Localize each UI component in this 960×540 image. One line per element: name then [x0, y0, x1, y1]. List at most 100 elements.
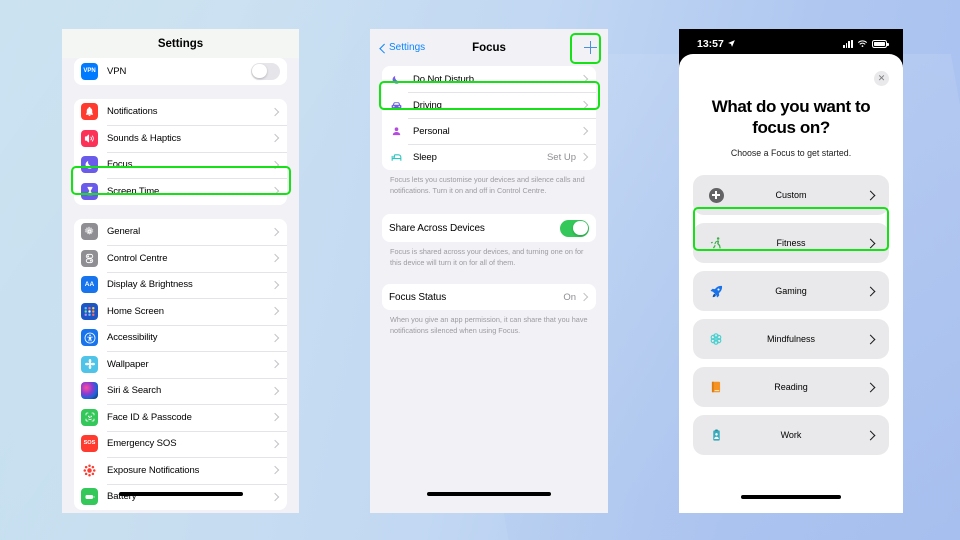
settings-row-face-id[interactable]: Face ID & Passcode	[74, 404, 287, 431]
chevron-right-icon	[866, 238, 876, 249]
notifications-bell-icon	[81, 103, 98, 121]
row-label: Notifications	[107, 106, 158, 118]
row-value: On	[563, 291, 576, 303]
chevron-right-icon	[580, 153, 589, 162]
page-title: Focus	[472, 41, 506, 54]
focus-option-reading[interactable]: Reading	[693, 367, 889, 408]
alerts-group: Notifications Sounds & Haptics Focus Scr…	[74, 98, 287, 205]
chevron-right-icon	[866, 190, 876, 201]
chevron-right-icon	[271, 386, 280, 395]
chevron-right-icon	[271, 413, 280, 422]
siri-search-icon	[81, 382, 98, 400]
chevron-right-icon	[271, 466, 280, 475]
settings-row-wallpaper[interactable]: Wallpaper	[74, 351, 287, 378]
row-label: General	[107, 226, 141, 238]
row-label: Sleep	[413, 151, 437, 163]
vpn-icon: VPN	[81, 62, 98, 80]
row-label: Accessibility	[107, 332, 158, 344]
chevron-right-icon	[271, 254, 280, 263]
settings-row-battery[interactable]: Battery	[74, 483, 287, 511]
car-icon	[389, 99, 404, 112]
clock-label: 13:57	[697, 37, 724, 50]
focus-row-sleep[interactable]: Sleep Set Up	[382, 144, 596, 170]
chevron-right-icon	[580, 101, 589, 110]
chevron-right-icon	[866, 286, 876, 297]
system-group: General Control Centre AA Display & Brig…	[74, 218, 287, 511]
settings-row-focus[interactable]: Focus	[74, 151, 287, 179]
add-focus-button[interactable]	[582, 39, 599, 56]
focus-option-gaming[interactable]: Gaming	[693, 271, 889, 312]
wifi-icon	[858, 40, 867, 47]
settings-scroll-area[interactable]: VPN VPN Notifications Sounds & Haptics F…	[62, 58, 299, 513]
status-footnote: When you give an app permission, it can …	[390, 315, 588, 335]
focus-row-do-not-disturb[interactable]: Do Not Disturb	[382, 66, 596, 92]
settings-row-emergency-sos[interactable]: SOS Emergency SOS	[74, 430, 287, 458]
row-value: Set Up	[546, 151, 576, 163]
moon-icon	[389, 74, 404, 85]
option-label: Work	[780, 430, 802, 441]
cellular-signal-icon	[842, 39, 853, 48]
focus-option-work[interactable]: Work	[693, 415, 889, 456]
row-label: Exposure Notifications	[107, 464, 200, 476]
focus-row-personal[interactable]: Personal	[382, 118, 596, 144]
chevron-right-icon	[271, 160, 280, 169]
row-label: Siri & Search	[107, 385, 162, 397]
chevron-right-icon	[271, 107, 280, 116]
settings-row-vpn[interactable]: VPN VPN	[74, 58, 287, 85]
home-indicator	[741, 495, 841, 499]
focus-list-group: Do Not Disturb Driving Personal Sleep Se…	[382, 66, 596, 170]
settings-row-exposure-notifications[interactable]: Exposure Notifications	[74, 457, 287, 484]
chevron-right-icon	[271, 439, 280, 448]
focus-option-fitness[interactable]: Fitness	[693, 223, 889, 264]
settings-row-display-brightness[interactable]: AA Display & Brightness	[74, 271, 287, 299]
focus-footnote: Focus lets you customise your devices an…	[390, 175, 585, 195]
settings-row-screen-time[interactable]: Screen Time	[74, 178, 287, 205]
display-brightness-icon: AA	[81, 276, 98, 294]
option-label: Gaming	[775, 286, 807, 297]
share-footnote: Focus is shared across your devices, and…	[390, 247, 584, 267]
chevron-right-icon	[271, 187, 280, 196]
focus-picker-sheet: ✕ What do you want to focus on? Choose a…	[679, 54, 903, 513]
settings-row-notifications[interactable]: Notifications	[74, 99, 287, 126]
focus-navbar: Settings Focus	[370, 29, 608, 66]
emergency-sos-icon: SOS	[81, 435, 98, 453]
home-screen-icon	[81, 302, 98, 320]
focus-option-mindfulness[interactable]: Mindfulness	[693, 319, 889, 360]
chevron-right-icon	[866, 430, 876, 441]
chevron-right-icon	[866, 382, 876, 393]
share-across-devices-group: Share Across Devices	[382, 214, 596, 243]
settings-row-control-centre[interactable]: Control Centre	[74, 245, 287, 272]
person-icon	[389, 126, 404, 137]
row-label: Home Screen	[107, 305, 164, 317]
chevron-right-icon	[271, 280, 280, 289]
chevron-right-icon	[580, 75, 589, 84]
focus-row-driving[interactable]: Driving	[382, 92, 596, 118]
focus-option-custom[interactable]: Custom	[693, 175, 889, 216]
close-icon[interactable]: ✕	[874, 71, 889, 86]
chevron-right-icon	[271, 360, 280, 369]
settings-row-home-screen[interactable]: Home Screen	[74, 298, 287, 325]
chevron-right-icon	[271, 134, 280, 143]
focus-status-row[interactable]: Focus Status On	[382, 284, 596, 310]
sheet-title: What do you want to focus on?	[711, 97, 871, 137]
share-across-devices-row[interactable]: Share Across Devices	[382, 214, 596, 242]
settings-row-siri-search[interactable]: Siri & Search	[74, 377, 287, 405]
battery-icon	[872, 39, 889, 48]
settings-row-accessibility[interactable]: Accessibility	[74, 324, 287, 352]
option-label: Fitness	[776, 238, 806, 249]
focus-options-list: Custom Fitness Gaming Mindfulness Readin…	[679, 158, 903, 456]
row-label: Driving	[413, 99, 442, 111]
settings-screen: Settings VPN VPN Notifications Sounds & …	[62, 29, 299, 513]
status-bar-indicators	[842, 39, 889, 48]
vpn-toggle[interactable]	[251, 62, 280, 80]
settings-row-general[interactable]: General	[74, 219, 287, 246]
row-label: Focus Status	[389, 291, 447, 303]
bed-icon	[389, 151, 404, 164]
share-across-devices-toggle[interactable]	[560, 219, 589, 237]
chevron-right-icon	[580, 127, 589, 136]
page-title: Settings	[157, 37, 204, 50]
vpn-group: VPN VPN	[74, 58, 287, 85]
chevron-right-icon	[271, 227, 280, 236]
settings-row-sounds-haptics[interactable]: Sounds & Haptics	[74, 125, 287, 152]
row-label: Wallpaper	[107, 358, 149, 370]
